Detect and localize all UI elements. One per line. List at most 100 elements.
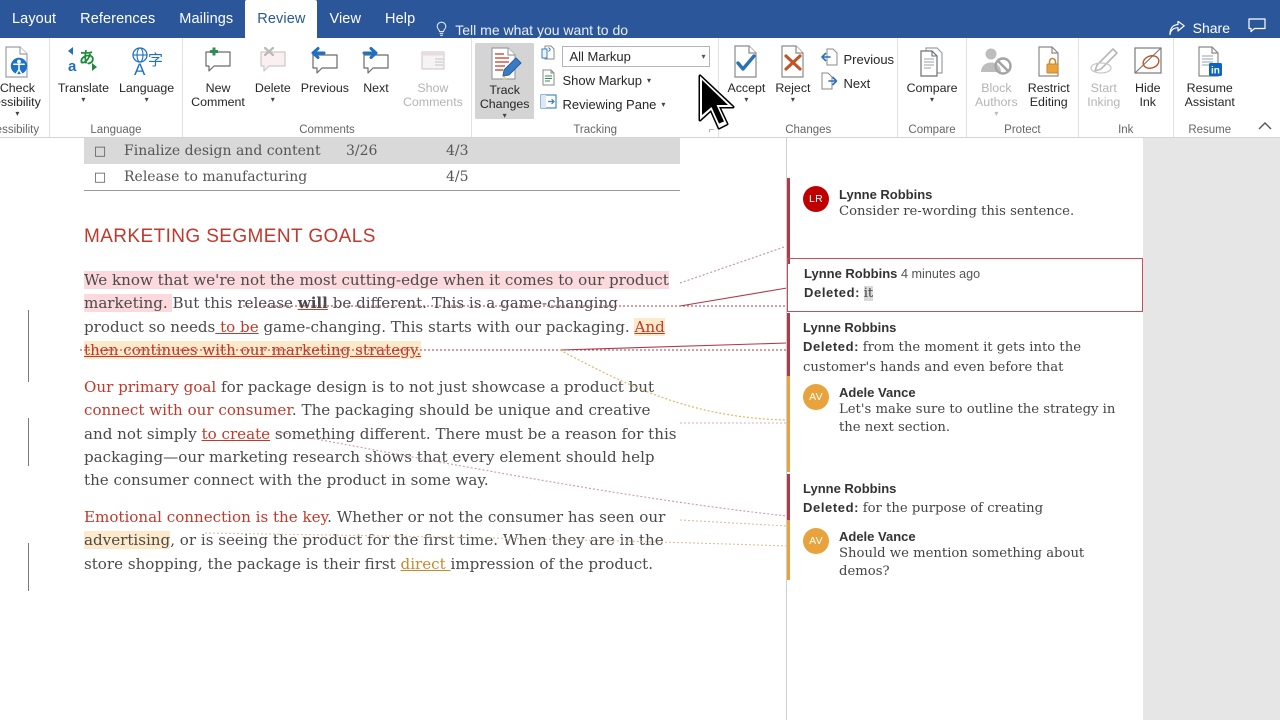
tell-me-search[interactable]: Tell me what you want to do	[435, 21, 628, 38]
comment-author: Adele Vance	[839, 384, 1127, 401]
revision-card[interactable]: Lynne Robbins Deleted: from the moment i…	[787, 313, 1143, 385]
check-accessibility-button[interactable]: Check essibility ▾	[0, 41, 46, 117]
compare-button[interactable]: Compare ▾	[901, 41, 963, 103]
restrict-editing-button[interactable]: Restrict Editing	[1023, 41, 1075, 109]
previous-comment-button[interactable]: Previous	[296, 41, 354, 95]
ribbon-group-compare: Compare ▾ Compare	[898, 38, 967, 138]
next-comment-button[interactable]: Next	[354, 41, 398, 95]
revision-timestamp: 4 minutes ago	[901, 267, 980, 281]
check-accessibility-label: Check essibility	[0, 81, 41, 109]
revision-card[interactable]: Lynne Robbins Deleted: for the purpose o…	[787, 474, 1143, 526]
chevron-down-icon[interactable]: ▾	[744, 96, 748, 103]
compare-icon	[915, 44, 949, 80]
revision-card[interactable]: Lynne Robbins 4 minutes ago Deleted: it	[787, 258, 1143, 312]
workspace: □ Finalize design and content 3/26 4/3 □…	[0, 138, 1280, 720]
avatar: AV	[803, 528, 829, 554]
block-authors-icon	[978, 44, 1014, 80]
paragraph-2[interactable]: Our primary goal for package design is t…	[84, 376, 680, 492]
translate-button[interactable]: a あ Translate ▾	[53, 41, 114, 103]
checkbox-cell[interactable]: □	[84, 144, 116, 159]
tab-view[interactable]: View	[317, 0, 373, 38]
ribbon-group-tracking: Track Changes ▾ All Markup	[472, 38, 720, 138]
tab-references[interactable]: References	[68, 0, 167, 38]
paragraph-1[interactable]: We know that we're not the most cutting-…	[84, 269, 680, 362]
dialog-launcher-icon[interactable]: ⌐	[709, 125, 715, 136]
group-label-language: Language	[50, 124, 182, 136]
share-label: Share	[1193, 20, 1230, 36]
next-change-label: Next	[843, 76, 870, 91]
lead-in-text: Emotional connection is the key	[84, 508, 327, 526]
revision-author: Lynne Robbins	[804, 266, 897, 281]
ribbon: Check essibility ▾ essibility a あ	[0, 38, 1280, 138]
reviewing-pane-row[interactable]: Reviewing Pane ▾	[538, 92, 710, 116]
comment-strip	[787, 178, 790, 264]
revision-header: Lynne Robbins	[803, 319, 1127, 337]
chevron-down-icon[interactable]: ▾	[930, 96, 934, 103]
show-markup-label: Show Markup	[562, 73, 641, 88]
chevron-down-icon[interactable]: ▾	[81, 96, 85, 103]
display-for-review-row[interactable]: All Markup ▾	[538, 44, 710, 68]
chevron-down-icon[interactable]: ▾	[661, 100, 665, 109]
chevron-up-icon	[1258, 121, 1272, 131]
show-markup-icon	[540, 69, 557, 91]
revision-author: Lynne Robbins	[803, 320, 896, 335]
track-changes-button[interactable]: Track Changes ▾	[475, 43, 535, 119]
share-button[interactable]: Share	[1169, 20, 1230, 36]
show-markup-row[interactable]: Show Markup ▾	[538, 68, 710, 92]
next-change-row[interactable]: Next	[819, 71, 894, 95]
previous-comment-label: Previous	[301, 81, 349, 95]
restrict-editing-label: Restrict Editing	[1028, 81, 1070, 109]
reviewing-pane-label: Reviewing Pane	[562, 97, 656, 112]
accept-button[interactable]: Accept ▾	[722, 41, 770, 103]
resume-assistant-button[interactable]: in Resume Assistant	[1177, 41, 1243, 109]
chevron-down-icon[interactable]: ▾	[791, 96, 795, 103]
previous-change-label: Previous	[843, 52, 894, 67]
accept-label: Accept	[727, 81, 765, 95]
tab-layout[interactable]: Layout	[0, 0, 68, 38]
previous-change-row[interactable]: Previous	[819, 47, 894, 71]
chevron-down-icon[interactable]: ▾	[15, 110, 19, 117]
revision-key: Deleted:	[803, 339, 859, 354]
revision-key: Deleted:	[804, 285, 860, 300]
comment-text: Let's make sure to outline the strategy …	[839, 401, 1127, 437]
group-label-protect: Protect	[967, 124, 1078, 136]
chevron-down-icon[interactable]: ▾	[647, 76, 651, 85]
document-body[interactable]: □ Finalize design and content 3/26 4/3 □…	[0, 138, 787, 720]
chevron-down-icon[interactable]: ▾	[271, 96, 275, 103]
lead-in-text: connect with our consumer	[84, 401, 292, 419]
ribbon-group-resume: in Resume Assistant Resume	[1174, 38, 1246, 138]
comment-strip	[787, 520, 790, 580]
comment-card[interactable]: AV Adele Vance Should we mention somethi…	[787, 520, 1143, 580]
date2-cell: 4/3	[446, 143, 546, 159]
language-button[interactable]: A 字 Language ▾	[114, 41, 179, 103]
tab-help[interactable]: Help	[373, 0, 427, 38]
avatar: AV	[803, 384, 829, 410]
chevron-down-icon[interactable]: ▾	[701, 52, 705, 61]
comments-pane[interactable]: LR Lynne Robbins Consider re-wording thi…	[787, 138, 1143, 720]
checkbox-cell[interactable]: □	[84, 170, 116, 185]
collapse-ribbon-button[interactable]	[1258, 38, 1280, 137]
lead-in-text: Our primary goal	[84, 378, 216, 396]
comment-text: Consider re-wording this sentence.	[839, 203, 1127, 221]
comment-card[interactable]: AV Adele Vance Let's make sure to outlin…	[787, 376, 1143, 472]
chevron-down-icon[interactable]: ▾	[503, 112, 507, 119]
chevron-down-icon[interactable]: ▾	[145, 96, 149, 103]
display-for-review-dropdown[interactable]: All Markup ▾	[562, 46, 710, 67]
tab-review[interactable]: Review	[245, 0, 317, 38]
revision-line: Deleted: it	[804, 283, 1126, 303]
document-page: □ Finalize design and content 3/26 4/3 □…	[0, 138, 1143, 720]
ribbon-tab-bar: Layout References Mailings Review View H…	[0, 0, 1280, 38]
new-comment-icon	[201, 44, 235, 80]
reject-button[interactable]: Reject ▾	[770, 41, 815, 103]
hide-ink-button[interactable]: Hide Ink	[1126, 41, 1170, 109]
comments-icon[interactable]	[1248, 18, 1266, 38]
highlighted-advertising: advertising	[84, 531, 170, 549]
paragraph-3[interactable]: Emotional connection is the key. Whether…	[84, 506, 680, 576]
hide-ink-label: Hide Ink	[1135, 81, 1160, 109]
new-comment-button[interactable]: New Comment	[186, 41, 250, 109]
comment-card[interactable]: LR Lynne Robbins Consider re-wording thi…	[787, 178, 1143, 264]
text-run: impression of the product.	[451, 555, 654, 573]
comment-strip	[787, 376, 790, 472]
tab-mailings[interactable]: Mailings	[167, 0, 245, 38]
delete-comment-button[interactable]: Delete ▾	[250, 41, 296, 103]
